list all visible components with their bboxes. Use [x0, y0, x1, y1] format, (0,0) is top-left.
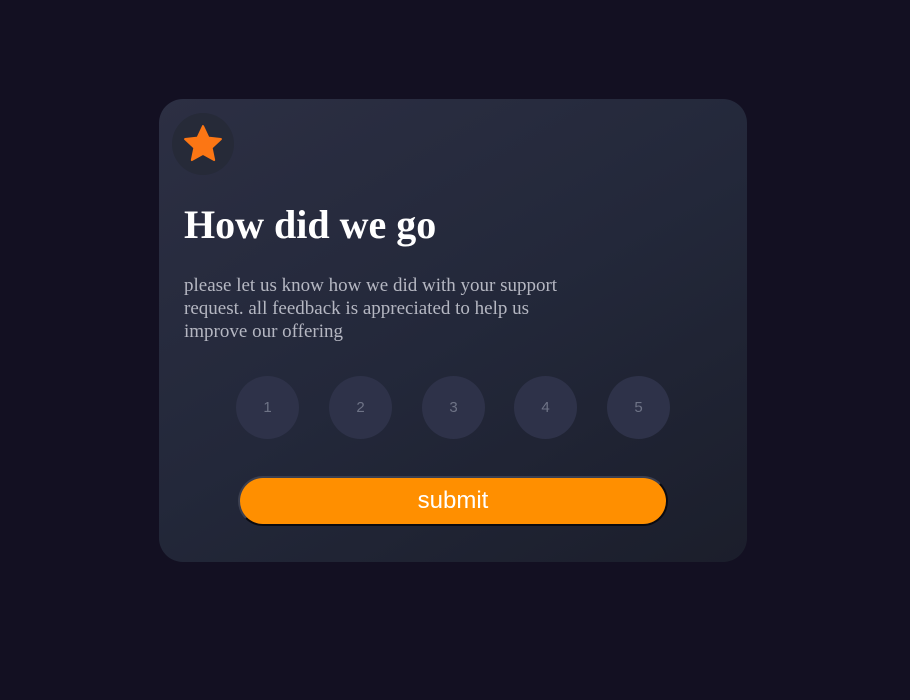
star-icon — [184, 125, 222, 162]
submit-button[interactable]: submit — [238, 476, 668, 526]
card-title: How did we go — [184, 202, 437, 247]
rating-card: How did we go please let us know how we … — [159, 99, 747, 562]
rating-4-button[interactable]: 4 — [514, 376, 577, 439]
star-icon-badge — [172, 113, 234, 175]
rating-3-button[interactable]: 3 — [422, 376, 485, 439]
rating-options: 1 2 3 4 5 — [159, 376, 747, 439]
rating-2-button[interactable]: 2 — [329, 376, 392, 439]
rating-5-button[interactable]: 5 — [607, 376, 670, 439]
rating-1-button[interactable]: 1 — [236, 376, 299, 439]
card-description: please let us know how we did with your … — [184, 275, 558, 342]
